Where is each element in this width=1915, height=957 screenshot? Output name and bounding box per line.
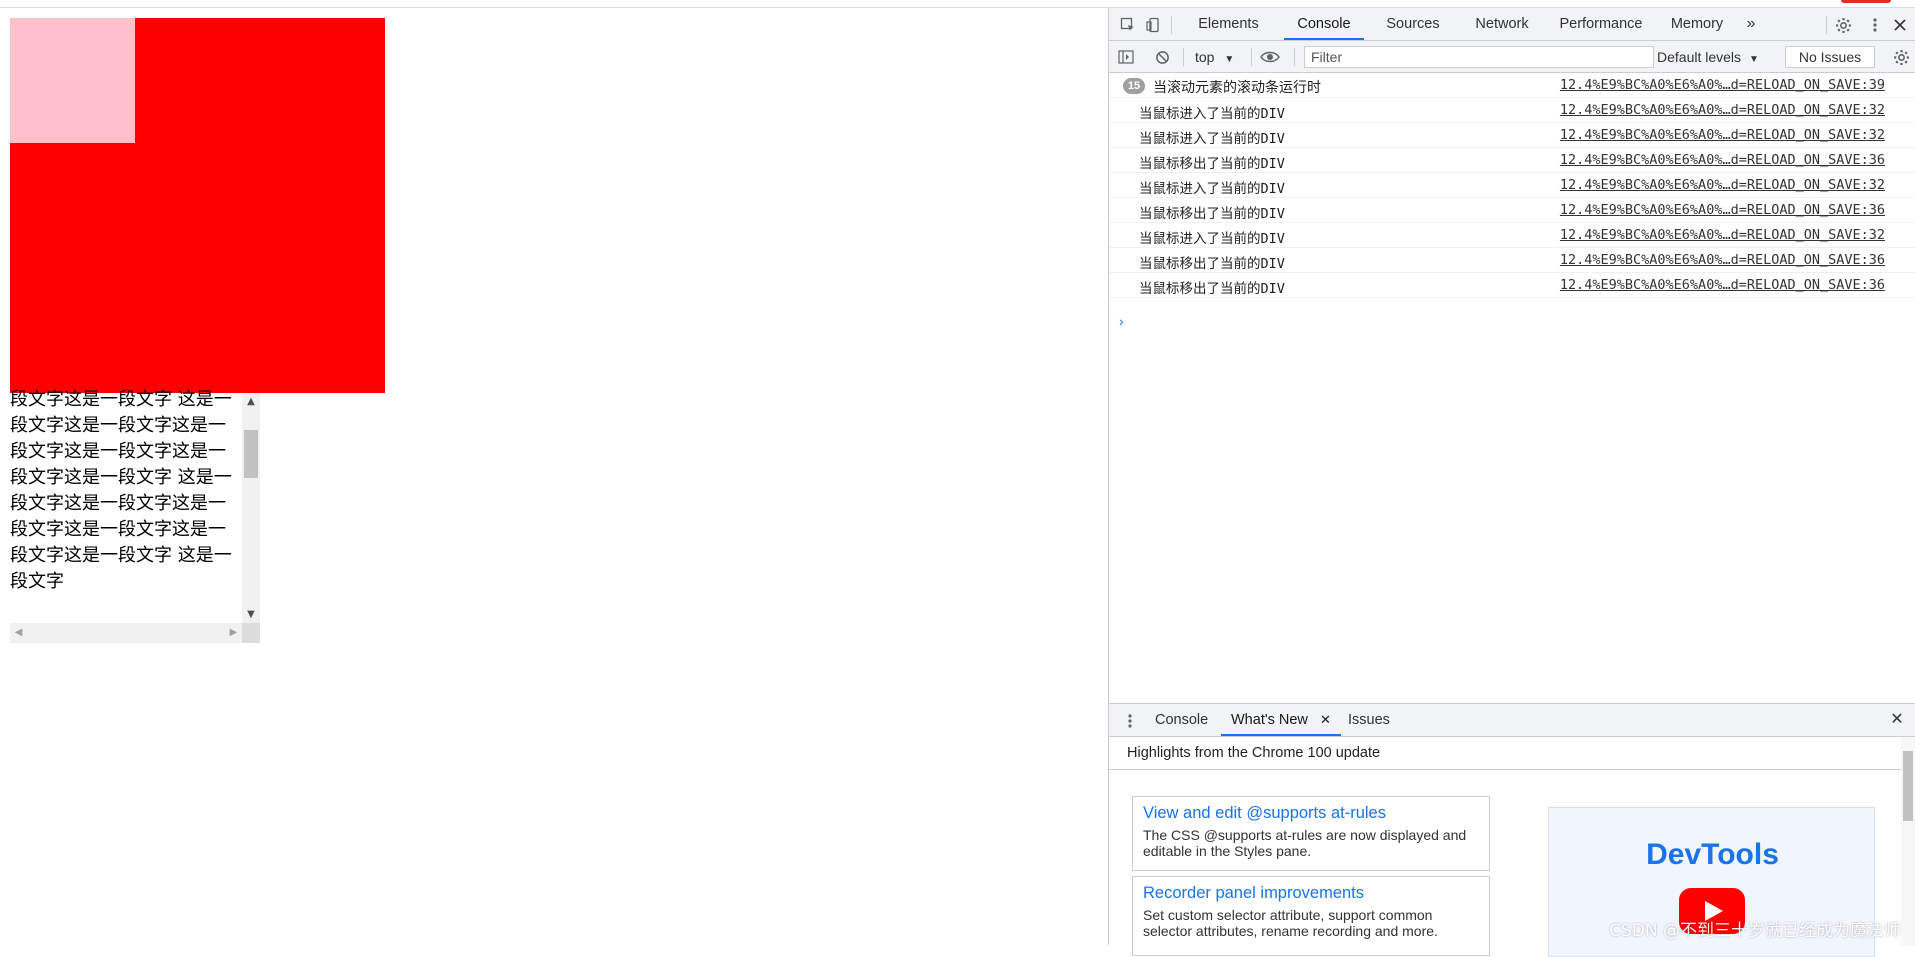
live-expression-eye-icon[interactable] <box>1259 46 1281 68</box>
whats-new-heading: Highlights from the Chrome 100 update <box>1109 737 1915 770</box>
tab-elements[interactable]: Elements <box>1186 8 1271 40</box>
device-toolbar-icon[interactable] <box>1143 14 1165 36</box>
chevron-down-icon: ▼ <box>1748 54 1759 65</box>
scroll-left-arrow-icon[interactable]: ◀ <box>10 623 27 643</box>
card-title-link[interactable]: Recorder panel improvements <box>1143 883 1479 903</box>
toolbar-separator <box>1251 48 1252 66</box>
log-entry[interactable]: 当鼠标进入了当前的DIV 12.4%E9%BC%A0%E6%A0%…d=RELO… <box>1109 223 1915 248</box>
console-toolbar: top ▼ Default levels ▼ No Issues <box>1109 41 1915 73</box>
log-source-link[interactable]: 12.4%E9%BC%A0%E6%A0%…d=RELOAD_ON_SAVE:36 <box>1560 202 1885 218</box>
settings-gear-icon[interactable] <box>1832 14 1854 36</box>
log-source-link[interactable]: 12.4%E9%BC%A0%E6%A0%…d=RELOAD_ON_SAVE:39 <box>1560 77 1885 93</box>
card-description: The CSS @supports at-rules are now displ… <box>1143 827 1467 859</box>
scroll-up-arrow-icon[interactable]: ▲ <box>242 393 260 410</box>
console-log-area[interactable]: 15 当滚动元素的滚动条运行时 12.4%E9%BC%A0%E6%A0%…d=R… <box>1109 73 1915 703</box>
tab-performance[interactable]: Performance <box>1548 8 1654 40</box>
show-sidebar-icon[interactable] <box>1115 46 1137 68</box>
log-source-link[interactable]: 12.4%E9%BC%A0%E6%A0%…d=RELOAD_ON_SAVE:36 <box>1560 277 1885 293</box>
tab-network[interactable]: Network <box>1463 8 1541 40</box>
chevron-down-icon: ▼ <box>1224 54 1235 65</box>
more-tabs-icon[interactable]: » <box>1741 8 1761 40</box>
card-title-link[interactable]: View and edit @supports at-rules <box>1143 803 1479 823</box>
csdn-watermark: CSDN @不到三十岁就已经成为魔法师 <box>1609 921 1901 941</box>
red-box[interactable] <box>10 18 385 393</box>
log-entry[interactable]: 当鼠标进入了当前的DIV 12.4%E9%BC%A0%E6%A0%…d=RELO… <box>1109 173 1915 198</box>
context-selector-label: top <box>1195 49 1215 65</box>
browser-top-strip <box>0 0 1915 8</box>
drawer-scrollbar[interactable] <box>1901 737 1915 946</box>
log-message: 当鼠标进入了当前的DIV <box>1139 181 1285 197</box>
context-selector[interactable]: top ▼ <box>1195 46 1234 68</box>
devtools-panel: Elements Console Sources Network Perform… <box>1108 8 1915 957</box>
scroll-container[interactable]: 段文字这是一段文字 这是一段文字这是一段文字这是一段文字这是一段文字这是一段文字… <box>10 389 260 643</box>
log-entry[interactable]: 当鼠标移出了当前的DIV 12.4%E9%BC%A0%E6%A0%…d=RELO… <box>1109 248 1915 273</box>
log-entry[interactable]: 当鼠标进入了当前的DIV 12.4%E9%BC%A0%E6%A0%…d=RELO… <box>1109 98 1915 123</box>
tab-sources[interactable]: Sources <box>1375 8 1451 40</box>
log-message: 当鼠标移出了当前的DIV <box>1139 156 1285 172</box>
drawer-tabbar: Console What's New ✕ Issues ✕ <box>1109 704 1915 737</box>
card-description: Set custom selector attribute, support c… <box>1143 907 1438 939</box>
log-source-link[interactable]: 12.4%E9%BC%A0%E6%A0%…d=RELOAD_ON_SAVE:32 <box>1560 127 1885 143</box>
devtools-logo: DevTools <box>1646 838 1779 871</box>
log-message: 当鼠标移出了当前的DIV <box>1139 281 1285 297</box>
scroll-down-arrow-icon[interactable]: ▼ <box>242 606 260 623</box>
drawer-menu-icon[interactable] <box>1119 710 1141 732</box>
log-entry[interactable]: 当鼠标进入了当前的DIV 12.4%E9%BC%A0%E6%A0%…d=RELO… <box>1109 123 1915 148</box>
close-tab-icon[interactable]: ✕ <box>1320 712 1331 727</box>
tab-memory[interactable]: Memory <box>1657 8 1737 40</box>
log-message: 当鼠标进入了当前的DIV <box>1139 131 1285 147</box>
scroll-text-content: 段文字这是一段文字 这是一段文字这是一段文字这是一段文字这是一段文字这是一段文字… <box>10 389 232 592</box>
vertical-scrollbar[interactable]: ▲ ▼ <box>242 393 260 623</box>
inspect-element-icon[interactable] <box>1117 14 1139 36</box>
log-source-link[interactable]: 12.4%E9%BC%A0%E6%A0%…d=RELOAD_ON_SAVE:36 <box>1560 152 1885 168</box>
kebab-menu-icon[interactable] <box>1864 14 1886 36</box>
tabbar-separator <box>1826 16 1827 34</box>
horizontal-scrollbar[interactable]: ◀ ▶ <box>10 623 242 643</box>
drawer-tab-issues[interactable]: Issues <box>1348 704 1390 736</box>
toolbar-separator <box>1294 48 1295 66</box>
close-devtools-icon[interactable] <box>1889 14 1911 36</box>
console-prompt-caret-icon[interactable]: › <box>1119 313 1124 329</box>
drawer-tab-whats-new[interactable]: What's New ✕ <box>1221 704 1341 736</box>
log-source-link[interactable]: 12.4%E9%BC%A0%E6%A0%…d=RELOAD_ON_SAVE:36 <box>1560 252 1885 268</box>
log-message: 当滚动元素的滚动条运行时 <box>1153 80 1321 96</box>
drawer-tab-whats-new-label: What's New <box>1231 712 1308 728</box>
whats-new-card[interactable]: View and edit @supports at-rules The CSS… <box>1132 796 1490 871</box>
page-viewport: 段文字这是一段文字 这是一段文字这是一段文字这是一段文字这是一段文字这是一段文字… <box>0 8 1108 945</box>
log-source-link[interactable]: 12.4%E9%BC%A0%E6%A0%…d=RELOAD_ON_SAVE:32 <box>1560 102 1885 118</box>
browser-red-indicator <box>1841 0 1891 3</box>
devtools-tabbar: Elements Console Sources Network Perform… <box>1109 8 1915 41</box>
log-entry[interactable]: 当鼠标移出了当前的DIV 12.4%E9%BC%A0%E6%A0%…d=RELO… <box>1109 273 1915 298</box>
close-drawer-icon[interactable]: ✕ <box>1887 710 1907 730</box>
drawer-tab-console[interactable]: Console <box>1155 704 1208 736</box>
clear-console-icon[interactable] <box>1151 46 1173 68</box>
whats-new-card[interactable]: Recorder panel improvements Set custom s… <box>1132 876 1490 956</box>
tab-console[interactable]: Console <box>1284 8 1364 40</box>
log-message: 当鼠标移出了当前的DIV <box>1139 256 1285 272</box>
vertical-scroll-thumb[interactable] <box>244 430 258 478</box>
log-levels-dropdown[interactable]: Default levels ▼ <box>1657 46 1759 68</box>
log-entry[interactable]: 当鼠标移出了当前的DIV 12.4%E9%BC%A0%E6%A0%…d=RELO… <box>1109 198 1915 223</box>
issues-button[interactable]: No Issues <box>1785 46 1875 68</box>
toolbar-separator <box>1183 48 1184 66</box>
scroll-right-arrow-icon[interactable]: ▶ <box>225 623 242 643</box>
scrollbar-corner <box>242 623 260 643</box>
log-source-link[interactable]: 12.4%E9%BC%A0%E6%A0%…d=RELOAD_ON_SAVE:32 <box>1560 227 1885 243</box>
log-levels-label: Default levels <box>1657 49 1742 65</box>
drawer-scroll-thumb[interactable] <box>1903 751 1913 821</box>
filter-input[interactable] <box>1304 46 1654 68</box>
devtools-drawer: Console What's New ✕ Issues ✕ Highlights… <box>1109 703 1915 957</box>
pink-box[interactable] <box>10 18 135 143</box>
log-source-link[interactable]: 12.4%E9%BC%A0%E6%A0%…d=RELOAD_ON_SAVE:32 <box>1560 177 1885 193</box>
log-entry[interactable]: 15 当滚动元素的滚动条运行时 12.4%E9%BC%A0%E6%A0%…d=R… <box>1109 73 1915 98</box>
log-message: 当鼠标进入了当前的DIV <box>1139 106 1285 122</box>
log-entry[interactable]: 当鼠标移出了当前的DIV 12.4%E9%BC%A0%E6%A0%…d=RELO… <box>1109 148 1915 173</box>
log-message: 当鼠标进入了当前的DIV <box>1139 231 1285 247</box>
log-message: 当鼠标移出了当前的DIV <box>1139 206 1285 222</box>
console-settings-gear-icon[interactable] <box>1890 46 1912 68</box>
repeat-count-badge: 15 <box>1123 78 1145 94</box>
tabbar-separator <box>1171 16 1172 34</box>
